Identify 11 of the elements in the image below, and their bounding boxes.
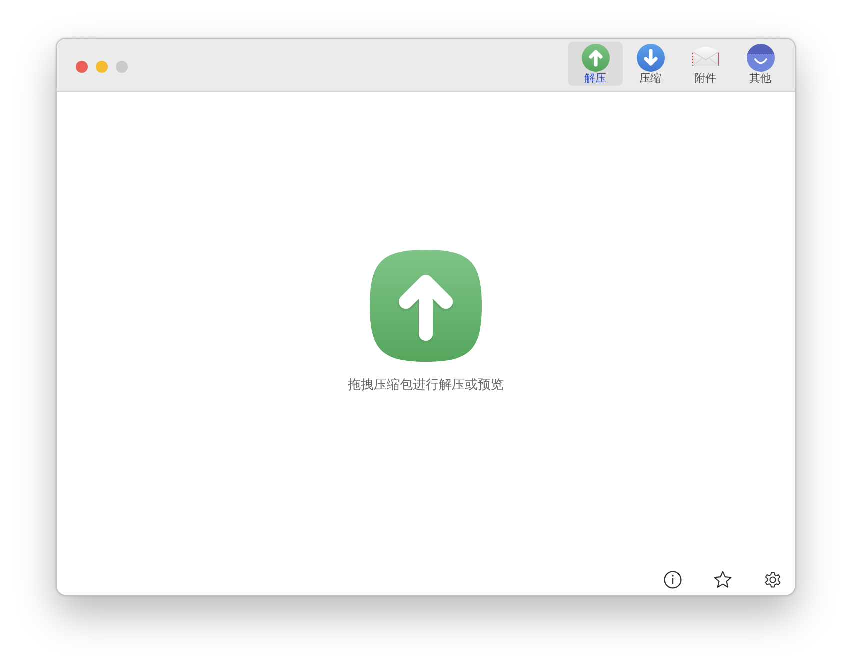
- toolbar-tab[interactable]: 其他: [733, 42, 788, 86]
- star-icon[interactable]: [714, 571, 732, 589]
- toolbar-tab[interactable]: 压缩: [623, 42, 678, 86]
- settings-icon[interactable]: [764, 571, 782, 589]
- toolbar-tab[interactable]: 附件: [678, 42, 733, 86]
- toolbar-tab[interactable]: 解压: [568, 42, 623, 86]
- info-icon[interactable]: [664, 571, 682, 589]
- window-control-button[interactable]: [76, 61, 88, 73]
- smiley-icon: [746, 44, 774, 72]
- drop-hint: 拖拽压缩包进行解压或预览: [348, 376, 504, 394]
- up-arrow-icon: [370, 250, 482, 362]
